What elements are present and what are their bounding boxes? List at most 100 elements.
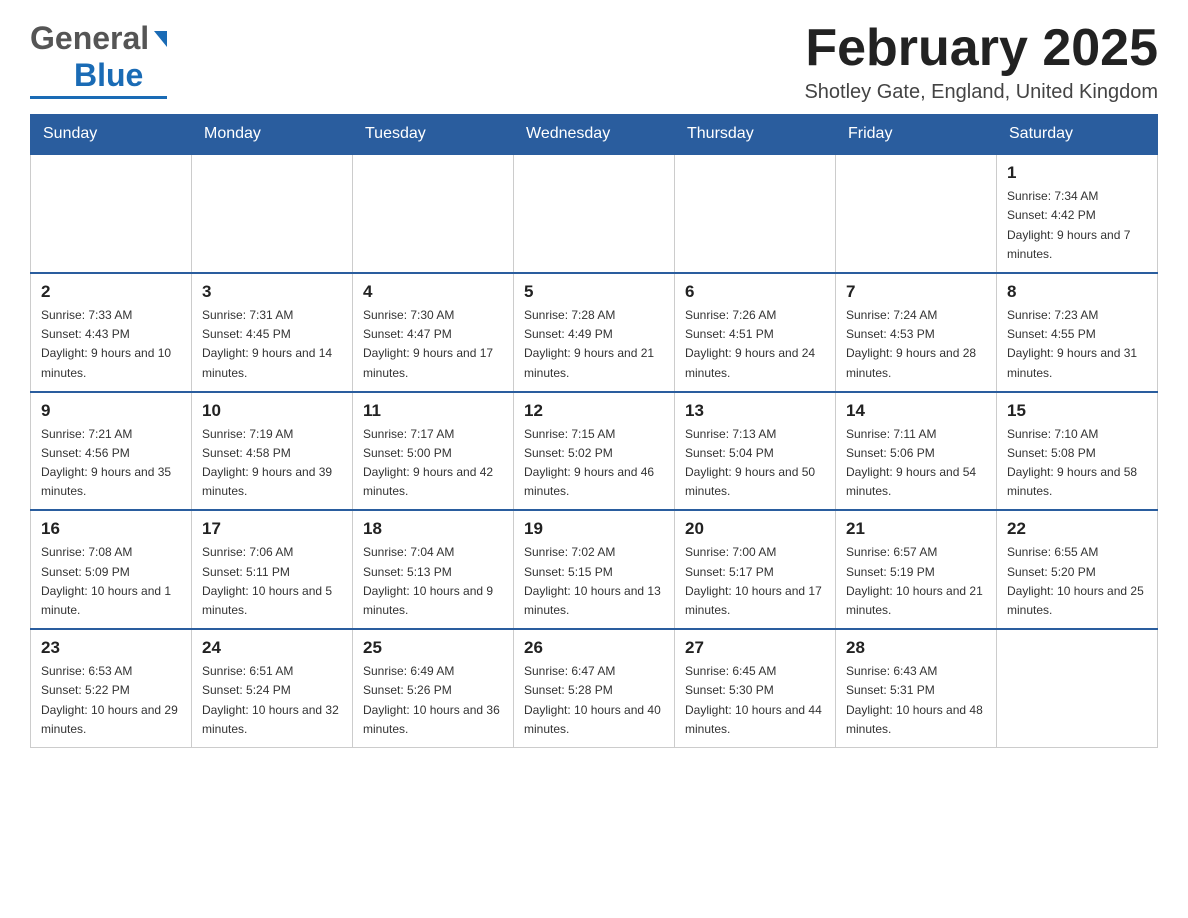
day-number: 14: [846, 401, 986, 421]
week-row-2: 2 Sunrise: 7:33 AMSunset: 4:43 PMDaylight…: [31, 273, 1158, 392]
day-info: Sunrise: 7:24 AMSunset: 4:53 PMDaylight:…: [846, 306, 986, 383]
week-row-1: 1Sunrise: 7:34 AMSunset: 4:42 PMDaylight…: [31, 154, 1158, 273]
day-info: Sunrise: 7:08 AMSunset: 5:09 PMDaylight:…: [41, 543, 181, 620]
calendar-day: 19 Sunrise: 7:02 AMSunset: 5:15 PMDayligh…: [514, 510, 675, 629]
calendar-day: 1Sunrise: 7:34 AMSunset: 4:42 PMDaylight…: [997, 154, 1158, 273]
day-number: 17: [202, 519, 342, 539]
day-info: Sunrise: 7:28 AMSunset: 4:49 PMDaylight:…: [524, 306, 664, 383]
calendar-day: 8 Sunrise: 7:23 AMSunset: 4:55 PMDaylight…: [997, 273, 1158, 392]
logo: General Blue: [30, 20, 167, 99]
day-number: 15: [1007, 401, 1147, 421]
header-monday: Monday: [192, 115, 353, 155]
day-info: Sunrise: 7:31 AMSunset: 4:45 PMDaylight:…: [202, 306, 342, 383]
calendar-day: 16Sunrise: 7:08 AMSunset: 5:09 PMDayligh…: [31, 510, 192, 629]
calendar-header-row: SundayMondayTuesdayWednesdayThursdayFrid…: [31, 115, 1158, 155]
day-number: 5: [524, 282, 664, 302]
week-row-5: 23 Sunrise: 6:53 AMSunset: 5:22 PMDayligh…: [31, 629, 1158, 747]
day-info: Sunrise: 7:02 AMSunset: 5:15 PMDaylight:…: [524, 543, 664, 620]
day-number: 19: [524, 519, 664, 539]
calendar-day: [675, 154, 836, 273]
day-info: Sunrise: 7:17 AMSunset: 5:00 PMDaylight:…: [363, 425, 503, 502]
day-number: 28: [846, 638, 986, 658]
day-info: Sunrise: 7:04 AMSunset: 5:13 PMDaylight:…: [363, 543, 503, 620]
day-number: 2: [41, 282, 181, 302]
header-friday: Friday: [836, 115, 997, 155]
day-info: Sunrise: 7:00 AMSunset: 5:17 PMDaylight:…: [685, 543, 825, 620]
header-saturday: Saturday: [997, 115, 1158, 155]
day-info: Sunrise: 7:10 AMSunset: 5:08 PMDaylight:…: [1007, 425, 1147, 502]
day-number: 21: [846, 519, 986, 539]
calendar-day: [31, 154, 192, 273]
day-number: 23: [41, 638, 181, 658]
day-info: Sunrise: 7:11 AMSunset: 5:06 PMDaylight:…: [846, 425, 986, 502]
day-info: Sunrise: 7:06 AMSunset: 5:11 PMDaylight:…: [202, 543, 342, 620]
location-text: Shotley Gate, England, United Kingdom: [804, 81, 1158, 104]
calendar-day: 25Sunrise: 6:49 AMSunset: 5:26 PMDayligh…: [353, 629, 514, 747]
day-number: 12: [524, 401, 664, 421]
day-info: Sunrise: 6:55 AMSunset: 5:20 PMDaylight:…: [1007, 543, 1147, 620]
day-number: 24: [202, 638, 342, 658]
calendar-day: 18 Sunrise: 7:04 AMSunset: 5:13 PMDayligh…: [353, 510, 514, 629]
header-thursday: Thursday: [675, 115, 836, 155]
day-number: 11: [363, 401, 503, 421]
day-number: 1: [1007, 163, 1147, 183]
day-number: 27: [685, 638, 825, 658]
day-number: 26: [524, 638, 664, 658]
calendar-day: 6 Sunrise: 7:26 AMSunset: 4:51 PMDaylight…: [675, 273, 836, 392]
calendar-day: 4Sunrise: 7:30 AMSunset: 4:47 PMDaylight…: [353, 273, 514, 392]
calendar-day: 27 Sunrise: 6:45 AMSunset: 5:30 PMDayligh…: [675, 629, 836, 747]
header-sunday: Sunday: [31, 115, 192, 155]
day-info: Sunrise: 6:51 AMSunset: 5:24 PMDaylight:…: [202, 662, 342, 739]
day-info: Sunrise: 6:47 AMSunset: 5:28 PMDaylight:…: [524, 662, 664, 739]
day-info: Sunrise: 6:43 AMSunset: 5:31 PMDaylight:…: [846, 662, 986, 739]
calendar-day: 2 Sunrise: 7:33 AMSunset: 4:43 PMDaylight…: [31, 273, 192, 392]
header-wednesday: Wednesday: [514, 115, 675, 155]
day-info: Sunrise: 6:49 AMSunset: 5:26 PMDaylight:…: [363, 662, 503, 739]
day-number: 3: [202, 282, 342, 302]
calendar-day: 7 Sunrise: 7:24 AMSunset: 4:53 PMDaylight…: [836, 273, 997, 392]
calendar-day: 13 Sunrise: 7:13 AMSunset: 5:04 PMDayligh…: [675, 392, 836, 511]
day-number: 10: [202, 401, 342, 421]
day-info: Sunrise: 7:21 AMSunset: 4:56 PMDaylight:…: [41, 425, 181, 502]
logo-blue-text: Blue: [74, 57, 143, 94]
day-info: Sunrise: 7:30 AMSunset: 4:47 PMDaylight:…: [363, 306, 503, 383]
day-info: Sunrise: 7:23 AMSunset: 4:55 PMDaylight:…: [1007, 306, 1147, 383]
calendar-day: 3 Sunrise: 7:31 AMSunset: 4:45 PMDaylight…: [192, 273, 353, 392]
calendar-day: 5 Sunrise: 7:28 AMSunset: 4:49 PMDaylight…: [514, 273, 675, 392]
calendar-day: [997, 629, 1158, 747]
day-info: Sunrise: 6:53 AMSunset: 5:22 PMDaylight:…: [41, 662, 181, 739]
day-info: Sunrise: 7:19 AMSunset: 4:58 PMDaylight:…: [202, 425, 342, 502]
calendar-day: [514, 154, 675, 273]
day-number: 6: [685, 282, 825, 302]
calendar-day: 28 Sunrise: 6:43 AMSunset: 5:31 PMDayligh…: [836, 629, 997, 747]
calendar-table: SundayMondayTuesdayWednesdayThursdayFrid…: [30, 114, 1158, 748]
day-number: 20: [685, 519, 825, 539]
week-row-3: 9Sunrise: 7:21 AMSunset: 4:56 PMDaylight…: [31, 392, 1158, 511]
day-info: Sunrise: 6:45 AMSunset: 5:30 PMDaylight:…: [685, 662, 825, 739]
day-info: Sunrise: 7:13 AMSunset: 5:04 PMDaylight:…: [685, 425, 825, 502]
title-section: February 2025 Shotley Gate, England, Uni…: [804, 20, 1158, 104]
day-info: Sunrise: 7:26 AMSunset: 4:51 PMDaylight:…: [685, 306, 825, 383]
calendar-day: 9Sunrise: 7:21 AMSunset: 4:56 PMDaylight…: [31, 392, 192, 511]
week-row-4: 16Sunrise: 7:08 AMSunset: 5:09 PMDayligh…: [31, 510, 1158, 629]
month-title: February 2025: [804, 20, 1158, 77]
page-header: General Blue February 2025 Shotley Gate,…: [30, 20, 1158, 104]
day-number: 7: [846, 282, 986, 302]
day-info: Sunrise: 7:15 AMSunset: 5:02 PMDaylight:…: [524, 425, 664, 502]
logo-general-text: General: [30, 20, 149, 57]
calendar-day: 17 Sunrise: 7:06 AMSunset: 5:11 PMDayligh…: [192, 510, 353, 629]
calendar-day: [353, 154, 514, 273]
calendar-day: 14 Sunrise: 7:11 AMSunset: 5:06 PMDayligh…: [836, 392, 997, 511]
calendar-day: 10 Sunrise: 7:19 AMSunset: 4:58 PMDayligh…: [192, 392, 353, 511]
calendar-day: [836, 154, 997, 273]
day-info: Sunrise: 7:33 AMSunset: 4:43 PMDaylight:…: [41, 306, 181, 383]
day-info: Sunrise: 6:57 AMSunset: 5:19 PMDaylight:…: [846, 543, 986, 620]
day-number: 13: [685, 401, 825, 421]
header-tuesday: Tuesday: [353, 115, 514, 155]
calendar-day: [192, 154, 353, 273]
calendar-day: 21 Sunrise: 6:57 AMSunset: 5:19 PMDayligh…: [836, 510, 997, 629]
day-number: 8: [1007, 282, 1147, 302]
calendar-day: 20 Sunrise: 7:00 AMSunset: 5:17 PMDayligh…: [675, 510, 836, 629]
day-number: 18: [363, 519, 503, 539]
day-number: 22: [1007, 519, 1147, 539]
